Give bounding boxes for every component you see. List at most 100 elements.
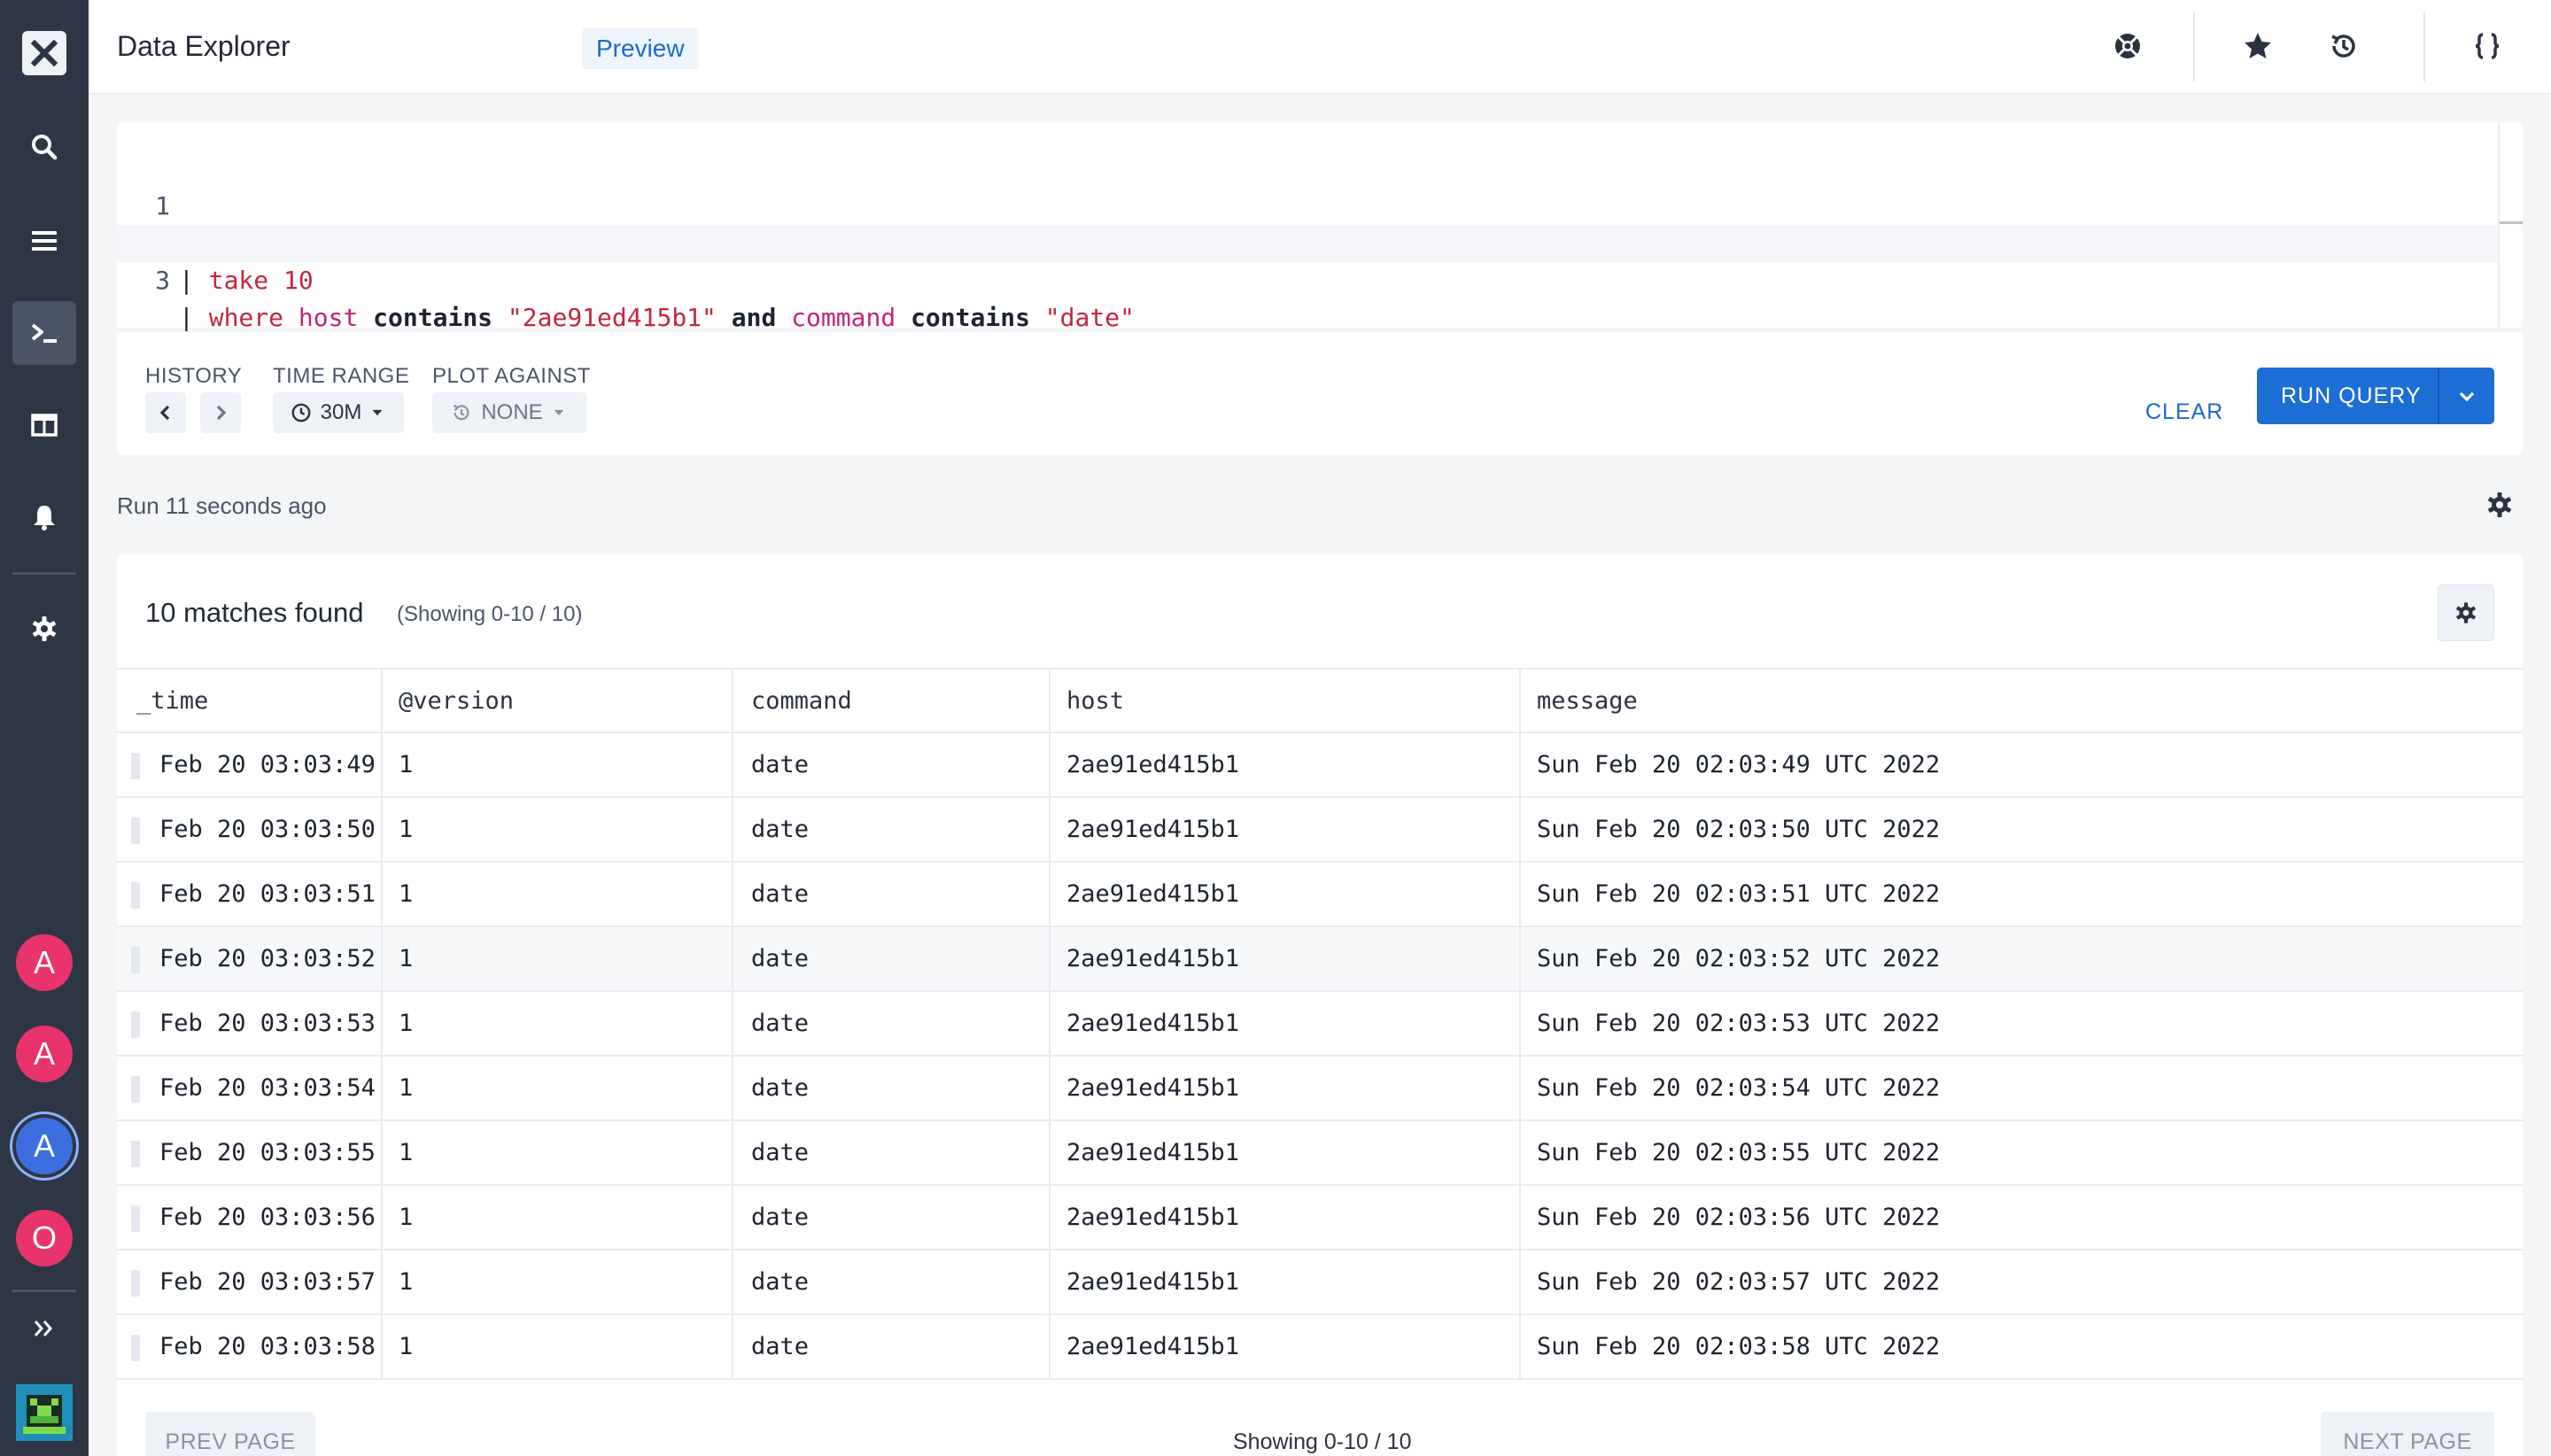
matches-subtitle: (Showing 0-10 / 10)	[397, 602, 583, 626]
sidebar-monitors[interactable]	[12, 485, 76, 549]
sidebar-dashboards[interactable]	[12, 393, 76, 457]
run-query-button[interactable]: RUN QUERY	[2257, 368, 2494, 424]
column-header-command[interactable]: command	[733, 670, 1051, 732]
pager-status: Showing 0-10 / 10	[1233, 1429, 1412, 1454]
cell-command: date	[733, 1315, 1051, 1378]
column-header-version[interactable]: @version	[383, 670, 733, 732]
matches-title: 10 matches found	[145, 597, 364, 628]
code-line-3: 3 | where host contains "2ae91ed415b1" a…	[117, 225, 2500, 332]
cell-version: 1	[383, 927, 733, 990]
code-token: take	[208, 266, 269, 295]
header-divider	[2423, 12, 2425, 81]
code-token: 10	[283, 266, 314, 295]
sidebar-search[interactable]	[12, 115, 76, 179]
plot-against-select[interactable]: NONE	[432, 392, 586, 433]
column-header-message[interactable]: message	[1521, 670, 2523, 732]
sidebar-divider	[12, 572, 76, 575]
cell-host: 2ae91ed415b1	[1051, 927, 1521, 990]
next-page-button[interactable]: NEXT PAGE	[2321, 1412, 2494, 1456]
cell-host: 2ae91ed415b1	[1051, 1251, 1521, 1313]
caret-down-icon	[372, 409, 383, 416]
avatar-initial: A	[33, 1127, 55, 1164]
table-row[interactable]: Feb 20 03:03:54 1 date 2ae91ed415b1 Sun Feb …	[117, 1057, 2523, 1121]
code-line-1: 1 ['logstash']	[117, 151, 2500, 258]
table-settings-button[interactable]	[2438, 585, 2494, 641]
run-query-label: RUN QUERY	[2281, 383, 2422, 408]
history-forward-button[interactable]	[200, 392, 241, 433]
cell-message: Sun Feb 20 02:03:50 UTC 2022	[1537, 816, 1941, 843]
avatar-1[interactable]: A	[16, 934, 73, 991]
cell-version: 1	[383, 863, 733, 925]
cell-version: 1	[383, 1057, 733, 1119]
sidebar-settings[interactable]	[12, 597, 76, 661]
terminal-icon	[31, 323, 57, 343]
code-token: command	[791, 303, 896, 332]
sidebar-divider	[12, 1289, 76, 1292]
avatar-3[interactable]: A	[16, 1118, 73, 1174]
cell-message: Sun Feb 20 02:03:53 UTC 2022	[1537, 1010, 1941, 1037]
history-button[interactable]	[2324, 27, 2363, 66]
time-range-select[interactable]: 30M	[273, 392, 404, 433]
cell-command: date	[733, 1186, 1051, 1249]
pixel-logo-icon	[19, 1388, 69, 1437]
query-editor[interactable]: 1 ['logstash'] 2 | take 10 3 | where hos…	[117, 122, 2523, 332]
clear-button[interactable]: CLEAR	[2145, 385, 2223, 438]
header-divider	[2193, 12, 2195, 81]
sidebar-stream[interactable]	[12, 209, 76, 273]
cell-host: 2ae91ed415b1	[1051, 863, 1521, 925]
table-row[interactable]: Feb 20 03:03:58 1 date 2ae91ed415b1 Sun Feb …	[117, 1315, 2523, 1380]
cell-version: 1	[383, 992, 733, 1055]
table-row[interactable]: Feb 20 03:03:50 1 date 2ae91ed415b1 Sun Feb …	[117, 798, 2523, 863]
results-settings-button[interactable]	[2484, 489, 2516, 521]
run-query-options[interactable]	[2439, 368, 2494, 424]
code-view-button[interactable]	[2468, 27, 2507, 66]
table-row[interactable]: Feb 20 03:03:53 1 date 2ae91ed415b1 Sun Feb …	[117, 992, 2523, 1057]
page-title: Data Explorer	[117, 30, 291, 62]
avatar-initial: A	[33, 1035, 55, 1072]
table-row[interactable]: Feb 20 03:03:49 1 date 2ae91ed415b1 Sun Feb …	[117, 733, 2523, 798]
table-row[interactable]: Feb 20 03:03:52 1 date 2ae91ed415b1 Sun Feb …	[117, 927, 2523, 992]
history-back-button[interactable]	[145, 392, 186, 433]
table-body: Feb 20 03:03:49 1 date 2ae91ed415b1 Sun Feb …	[117, 733, 2523, 1380]
table-row[interactable]: Feb 20 03:03:51 1 date 2ae91ed415b1 Sun Feb …	[117, 863, 2523, 927]
editor-scrollbar[interactable]	[2498, 122, 2500, 328]
cell-message: Sun Feb 20 02:03:58 UTC 2022	[1537, 1333, 1941, 1360]
avatar-2[interactable]: A	[16, 1026, 73, 1082]
sidebar-query[interactable]	[12, 301, 76, 365]
cell-time: Feb 20 03:03:55	[117, 1121, 383, 1184]
cell-command: date	[733, 798, 1051, 861]
cell-command: date	[733, 1121, 1051, 1184]
cell-message: Sun Feb 20 02:03:51 UTC 2022	[1537, 880, 1941, 908]
column-header-host[interactable]: host	[1051, 670, 1521, 732]
favorite-button[interactable]	[2238, 27, 2277, 66]
cell-version: 1	[383, 1121, 733, 1184]
code-token: and	[731, 303, 777, 332]
cell-host: 2ae91ed415b1	[1051, 1121, 1521, 1184]
prev-page-button[interactable]: PREV PAGE	[145, 1412, 315, 1456]
cell-command: date	[733, 927, 1051, 990]
table-row[interactable]: Feb 20 03:03:55 1 date 2ae91ed415b1 Sun Feb …	[117, 1121, 2523, 1186]
column-header-time[interactable]: _time	[117, 670, 383, 732]
cell-time: Feb 20 03:03:58	[117, 1315, 383, 1378]
table-row[interactable]: Feb 20 03:03:57 1 date 2ae91ed415b1 Sun Feb …	[117, 1251, 2523, 1315]
caret-down-icon	[554, 409, 564, 416]
preview-badge: Preview	[582, 28, 699, 69]
cell-time: Feb 20 03:03:50	[117, 798, 383, 861]
sidebar-expand[interactable]	[12, 1297, 76, 1360]
code-line-2: 2 | take 10	[117, 188, 2500, 295]
app-logo[interactable]	[22, 31, 66, 75]
avatar-initial: A	[33, 944, 55, 980]
avatar-4[interactable]: O	[16, 1210, 73, 1266]
code-token: contains	[373, 303, 493, 332]
page-header: Data Explorer Preview	[89, 0, 2551, 94]
org-logo[interactable]	[16, 1384, 73, 1441]
cell-host: 2ae91ed415b1	[1051, 798, 1521, 861]
help-button[interactable]	[2108, 27, 2147, 66]
cell-time: Feb 20 03:03:51	[117, 863, 383, 925]
code-token: |	[179, 303, 209, 332]
table-row[interactable]: Feb 20 03:03:56 1 date 2ae91ed415b1 Sun Feb …	[117, 1186, 2523, 1251]
